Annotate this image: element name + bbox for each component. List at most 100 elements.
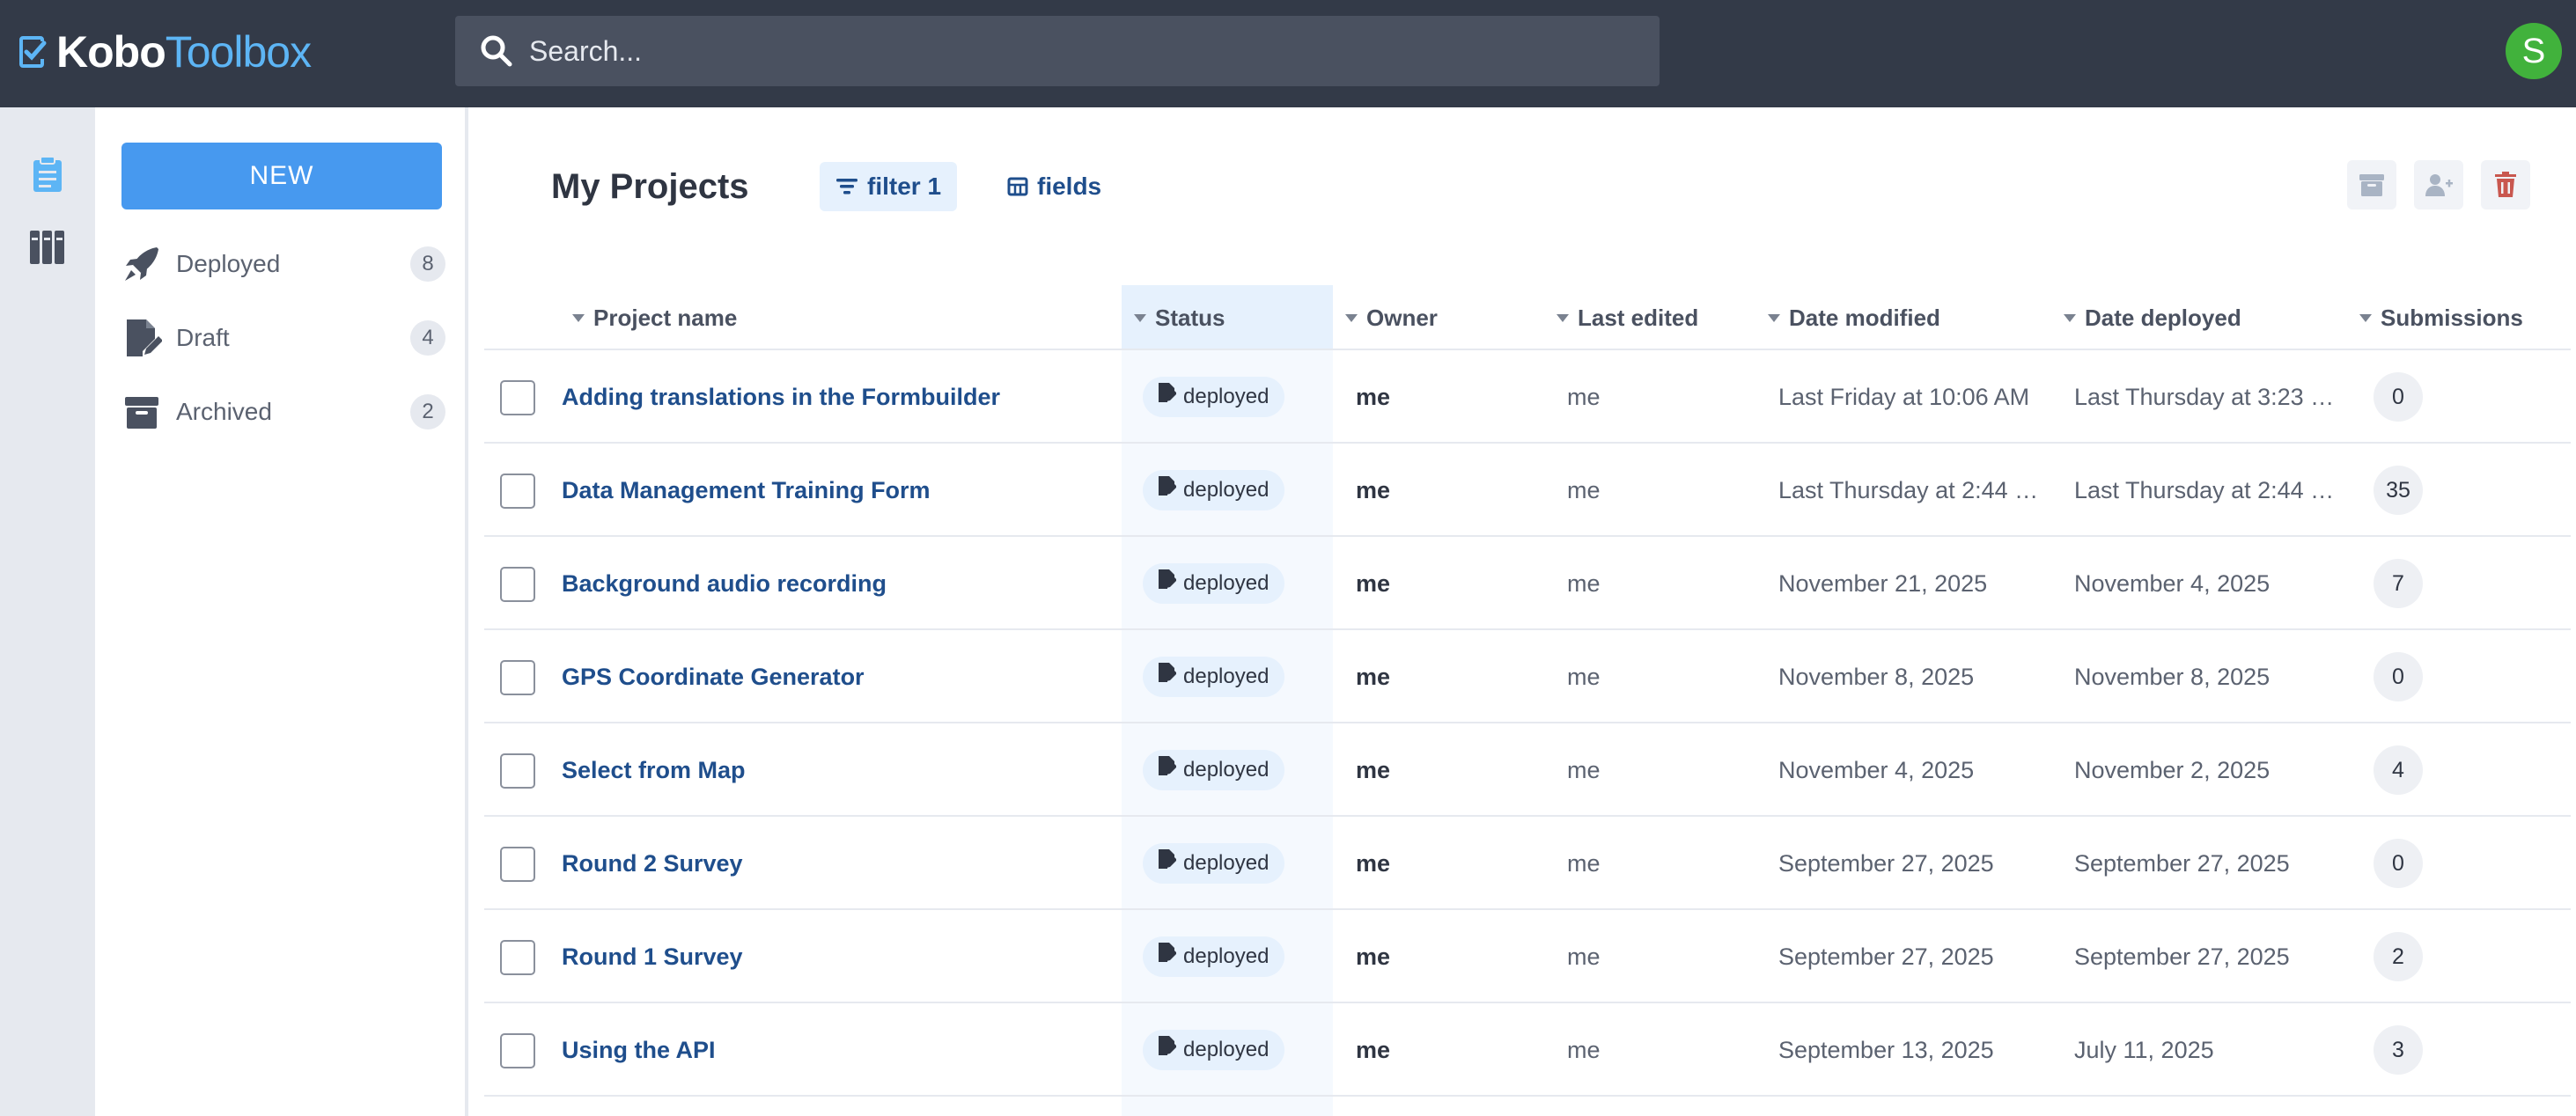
owner-cell: me xyxy=(1356,383,1391,410)
row-checkbox[interactable] xyxy=(500,940,535,975)
deployed-file-icon xyxy=(1159,476,1176,496)
share-user-icon xyxy=(2425,174,2453,196)
table-row[interactable]: Using the API deployed me me September 1… xyxy=(484,1003,2571,1097)
status-cell: deployed xyxy=(1143,630,1336,723)
project-name-link[interactable]: GPS Coordinate Generator xyxy=(562,630,1125,723)
table-row[interactable]: Background audio recording deployed me m… xyxy=(484,537,2571,630)
project-name-link[interactable]: Adding translations in the Formbuilder xyxy=(562,350,1125,444)
status-badge: deployed xyxy=(1143,1030,1285,1070)
trash-icon xyxy=(2495,172,2516,197)
last-edited-cell: me xyxy=(1567,943,1601,970)
projects-clipboard-icon[interactable] xyxy=(26,153,69,195)
last-edited-cell: me xyxy=(1567,569,1601,597)
status-cell: deployed xyxy=(1143,910,1336,1003)
submissions-count: 7 xyxy=(2374,559,2423,608)
new-project-button[interactable]: NEW xyxy=(121,143,442,209)
filter-icon xyxy=(836,179,857,195)
owner-cell: me xyxy=(1356,476,1391,503)
submissions-cell: 35 xyxy=(2374,444,2550,537)
delete-action-button[interactable] xyxy=(2481,160,2530,209)
sidebar-item-archived[interactable]: Archived 2 xyxy=(121,385,447,438)
sidebar-item-draft[interactable]: Draft 4 xyxy=(121,312,447,364)
archive-action-button[interactable] xyxy=(2347,160,2396,209)
sort-caret-icon xyxy=(1134,313,1146,322)
row-checkbox[interactable] xyxy=(500,567,535,602)
row-checkbox[interactable] xyxy=(500,847,535,882)
date-modified-cell: November 8, 2025 xyxy=(1778,663,1975,690)
filter-button[interactable]: filter 1 xyxy=(820,162,958,211)
status-cell: deployed xyxy=(1143,723,1336,817)
project-name-link[interactable]: Background audio recording xyxy=(562,537,1125,630)
date-deployed-cell: November 2, 2025 xyxy=(2074,756,2271,783)
sort-caret-icon xyxy=(2359,313,2372,322)
row-checkbox[interactable] xyxy=(500,474,535,509)
deployed-file-icon xyxy=(1159,756,1176,775)
library-books-icon[interactable] xyxy=(26,225,69,268)
archive-icon xyxy=(2359,174,2384,196)
table-row[interactable]: Round 2 Survey deployed me me September … xyxy=(484,817,2571,910)
last-edited-cell: me xyxy=(1567,663,1601,690)
submissions-count: 0 xyxy=(2374,652,2423,701)
date-modified-cell: Last Friday at 10:06 AM xyxy=(1778,383,2030,410)
column-header-date-deployed[interactable]: Date deployed xyxy=(2064,285,2241,350)
date-modified-cell: November 21, 2025 xyxy=(1778,569,1988,597)
submissions-cell: 4 xyxy=(2374,723,2550,817)
table-row[interactable]: Select from Map deployed me me November … xyxy=(484,723,2571,817)
date-modified-cell: September 27, 2025 xyxy=(1778,849,1994,877)
owner-cell: me xyxy=(1356,1036,1391,1063)
fields-label: fields xyxy=(1037,173,1102,200)
status-badge: deployed xyxy=(1143,750,1285,790)
owner-cell: me xyxy=(1356,849,1391,877)
project-name-link[interactable]: Round 2 Survey xyxy=(562,817,1125,910)
row-checkbox[interactable] xyxy=(500,660,535,695)
column-header-date-modified[interactable]: Date modified xyxy=(1768,285,1940,350)
project-name-link[interactable]: Data Management Training Form xyxy=(562,444,1125,537)
column-header-status[interactable]: Status xyxy=(1134,285,1225,350)
owner-cell: me xyxy=(1356,569,1391,597)
project-name-link[interactable]: Select from Map xyxy=(562,723,1125,817)
column-header-owner[interactable]: Owner xyxy=(1345,285,1438,350)
fields-button[interactable]: fields xyxy=(991,162,1117,211)
filter-label: filter 1 xyxy=(867,173,942,200)
table-row[interactable]: Round 1 Survey deployed me me September … xyxy=(484,910,2571,1003)
column-header-submissions[interactable]: Submissions xyxy=(2359,285,2523,350)
table-row[interactable]: Data Management Training Form deployed m… xyxy=(484,444,2571,537)
submissions-cell: 0 xyxy=(2374,817,2550,910)
date-modified-cell: September 27, 2025 xyxy=(1778,943,1994,970)
table-row[interactable]: GPS Coordinate Generator deployed me me … xyxy=(484,630,2571,723)
search-bar[interactable] xyxy=(455,16,1660,86)
row-checkbox[interactable] xyxy=(500,1033,535,1068)
owner-cell: me xyxy=(1356,756,1391,783)
submissions-cell: 7 xyxy=(2374,537,2550,630)
kobotoolbox-logo[interactable]: KoboToolbox xyxy=(16,25,312,79)
user-avatar[interactable]: S xyxy=(2506,23,2562,79)
count-badge: 2 xyxy=(410,394,445,430)
status-badge: deployed xyxy=(1143,936,1285,977)
archive-box-icon xyxy=(125,397,158,429)
deployed-file-icon xyxy=(1159,663,1176,682)
share-action-button[interactable] xyxy=(2414,160,2463,209)
date-modified-cell: Last Thursday at 2:44 … xyxy=(1778,476,2039,503)
project-name-link[interactable]: Round 1 Survey xyxy=(562,910,1125,1003)
date-modified-cell: September 13, 2025 xyxy=(1778,1036,1994,1063)
sidebar-item-label: Deployed xyxy=(176,250,281,277)
deployed-file-icon xyxy=(1159,849,1176,869)
top-header: KoboToolbox S xyxy=(0,0,2576,107)
sidebar-item-deployed[interactable]: Deployed 8 xyxy=(121,238,447,290)
column-header-project-name[interactable]: Project name xyxy=(572,285,737,350)
draft-file-icon xyxy=(127,319,162,356)
status-cell: deployed xyxy=(1143,537,1336,630)
table-row[interactable]: Adding translations in the Formbuilder d… xyxy=(484,350,2571,444)
project-name-link[interactable]: Using the API xyxy=(562,1003,1125,1097)
table-header: Project name Status Owner Last edited Da… xyxy=(484,285,2571,350)
row-checkbox[interactable] xyxy=(500,753,535,789)
logo-mark-icon xyxy=(19,36,47,68)
table-body: Adding translations in the Formbuilder d… xyxy=(484,350,2571,1097)
search-input[interactable] xyxy=(529,34,1586,68)
row-checkbox[interactable] xyxy=(500,380,535,415)
column-header-last-edited[interactable]: Last edited xyxy=(1557,285,1698,350)
status-cell: deployed xyxy=(1143,1003,1336,1097)
projects-table: Project name Status Owner Last edited Da… xyxy=(484,285,2571,1097)
status-cell: deployed xyxy=(1143,350,1336,444)
status-badge: deployed xyxy=(1143,470,1285,510)
